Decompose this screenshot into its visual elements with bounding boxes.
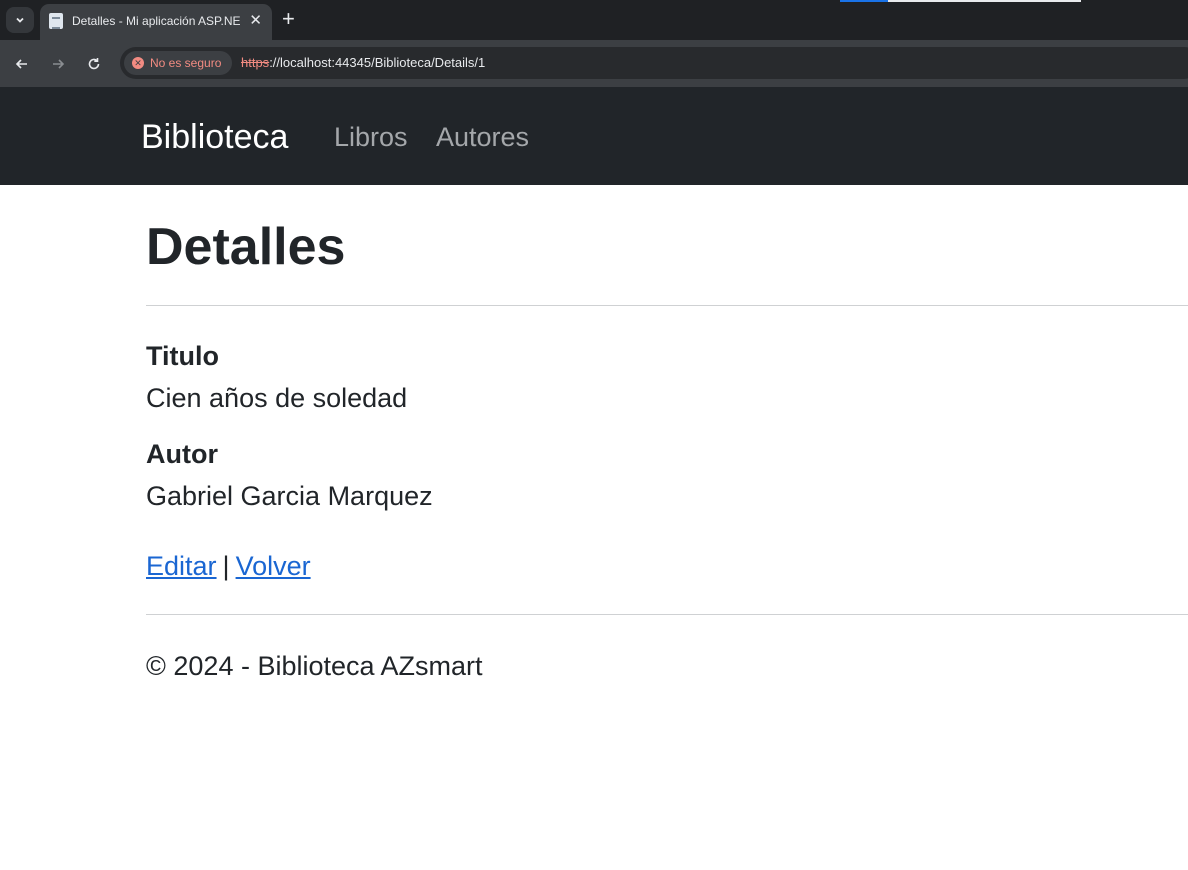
address-bar[interactable]: ✕ No es seguro https://localhost:44345/B… xyxy=(120,47,1188,79)
active-tab[interactable]: Detalles - Mi aplicación ASP.NET ✕ xyxy=(40,4,272,40)
forward-button[interactable] xyxy=(46,52,70,76)
field-value-autor: Gabriel Garcia Marquez xyxy=(146,481,433,511)
window-accent-light xyxy=(888,0,1081,2)
close-tab-icon[interactable]: ✕ xyxy=(249,12,262,30)
browser-tabstrip: Detalles - Mi aplicación ASP.NET ✕ + xyxy=(0,0,1188,40)
browser-toolbar: ✕ No es seguro https://localhost:44345/B… xyxy=(0,40,1188,87)
window-accent xyxy=(840,0,888,2)
footer-text: © 2024 - Biblioteca AZsmart xyxy=(146,651,483,681)
app-navbar: Biblioteca Libros Autores xyxy=(0,87,1188,185)
tab-title: Detalles - Mi aplicación ASP.NET xyxy=(72,14,240,28)
footer-divider xyxy=(146,614,1188,615)
field-label-titulo: Titulo xyxy=(146,341,219,371)
security-chip[interactable]: ✕ No es seguro xyxy=(124,51,232,75)
arrow-right-icon xyxy=(53,59,65,69)
edit-link[interactable]: Editar xyxy=(146,551,217,581)
field-label-autor: Autor xyxy=(146,439,218,469)
detail-actions: Editar | Volver xyxy=(146,550,311,582)
security-label: No es seguro xyxy=(150,56,222,70)
reload-icon xyxy=(88,58,100,70)
page-favicon-icon xyxy=(49,13,63,29)
url-scheme: https xyxy=(241,55,270,70)
navbar-brand[interactable]: Biblioteca xyxy=(141,117,288,157)
nav-link-libros[interactable]: Libros xyxy=(334,121,408,153)
nav-link-autores[interactable]: Autores xyxy=(436,121,529,153)
title-divider xyxy=(146,305,1188,306)
new-tab-icon[interactable]: + xyxy=(282,8,295,30)
field-value-titulo: Cien años de soledad xyxy=(146,383,408,413)
page-title: Detalles xyxy=(146,218,346,276)
reload-button[interactable] xyxy=(82,52,106,76)
not-secure-icon: ✕ xyxy=(132,57,144,69)
arrow-left-icon xyxy=(15,59,27,69)
chevron-down-icon xyxy=(16,17,24,23)
back-link[interactable]: Volver xyxy=(236,551,311,581)
url-text[interactable]: https://localhost:44345/Biblioteca/Detai… xyxy=(241,55,485,70)
tab-search-button[interactable] xyxy=(6,7,34,33)
url-path: ://localhost:44345/Biblioteca/Details/1 xyxy=(269,55,486,70)
actions-separator: | xyxy=(222,551,230,581)
back-button[interactable] xyxy=(10,52,34,76)
